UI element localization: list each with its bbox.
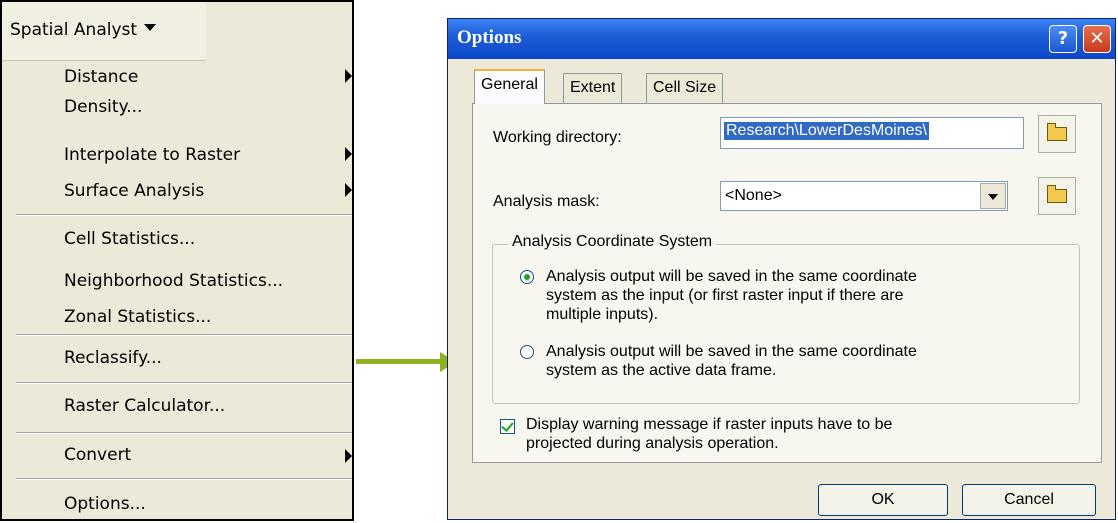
menu-title-text: Spatial Analyst [10, 20, 138, 40]
submenu-arrow-icon [345, 449, 352, 463]
menu-separator [16, 382, 352, 384]
menu-item-label: Neighborhood Statistics... [64, 271, 284, 291]
tab-general[interactable]: General [474, 69, 545, 104]
radio-text-line: system as the active data frame. [546, 362, 777, 379]
checkbox-text-line: projected during analysis operation. [526, 435, 779, 452]
dialog-title: Options [457, 27, 522, 48]
menu-title: Spatial Analyst [10, 20, 137, 40]
spatial-analyst-toolbar-button[interactable]: Spatial Analyst [2, 2, 206, 61]
coordinate-system-group-label: Analysis Coordinate System [508, 233, 717, 251]
menu-item-label: Cell Statistics... [64, 229, 196, 249]
radio-text-line: Analysis output will be saved in the sam… [546, 343, 917, 360]
menu-item-surface-analysis[interactable]: Surface Analysis [2, 174, 352, 206]
close-button[interactable]: ✕ [1083, 25, 1111, 53]
menu-item-zonal-statistics[interactable]: Zonal Statistics... [2, 300, 352, 334]
menu-item-density[interactable]: Density... [2, 94, 352, 126]
menu-item-label: Options... [64, 494, 146, 514]
display-warning-label: Display warning message if raster inputs… [526, 415, 892, 453]
working-directory-label: Working directory: [493, 129, 622, 146]
dropdown-arrow-icon [144, 24, 156, 31]
menu-item-distance[interactable]: Distance [2, 60, 352, 92]
submenu-arrow-icon [345, 147, 352, 161]
open-folder-icon [1047, 185, 1067, 203]
chevron-down-icon[interactable] [980, 183, 1006, 209]
radio-text-line: multiple inputs). [546, 306, 659, 323]
browse-working-directory-button[interactable] [1038, 115, 1076, 153]
radio-active-data-frame-label: Analysis output will be saved in the sam… [546, 342, 917, 380]
radio-same-as-input[interactable] [520, 270, 534, 284]
menu-item-reclassify[interactable]: Reclassify... [2, 340, 352, 378]
dialog-titlebar[interactable]: Options ? ✕ [448, 19, 1115, 59]
submenu-arrow-icon [345, 69, 352, 83]
display-warning-checkbox[interactable] [500, 419, 515, 434]
menu-item-label: Density... [64, 97, 143, 117]
menu-item-label: Convert [64, 445, 132, 465]
radio-text-line: Analysis output will be saved in the sam… [546, 268, 917, 285]
menu-item-neighborhood-statistics[interactable]: Neighborhood Statistics... [2, 264, 352, 298]
cancel-button[interactable]: Cancel [962, 484, 1096, 516]
ok-button[interactable]: OK [818, 484, 948, 516]
spatial-analyst-menu: Spatial Analyst Distance Density... Inte… [0, 0, 354, 521]
menu-items: Distance Density... Interpolate to Raste… [2, 60, 352, 519]
close-icon: ✕ [1089, 28, 1105, 49]
radio-text-line: system as the input (or first raster inp… [546, 287, 904, 304]
working-directory-input[interactable]: Research\LowerDesMoines\ [720, 117, 1024, 149]
analysis-mask-value: <None> [725, 187, 782, 204]
menu-item-label: Surface Analysis [64, 181, 205, 201]
analysis-mask-label: Analysis mask: [493, 193, 600, 210]
menu-separator [16, 334, 352, 336]
tab-extent[interactable]: Extent [563, 73, 623, 103]
menu-item-raster-calculator[interactable]: Raster Calculator... [2, 386, 352, 426]
menu-item-label: Raster Calculator... [64, 396, 226, 416]
menu-item-interpolate-to-raster[interactable]: Interpolate to Raster [2, 138, 352, 170]
help-button[interactable]: ? [1049, 25, 1077, 53]
menu-separator [16, 432, 352, 434]
menu-item-convert[interactable]: Convert [2, 436, 352, 476]
menu-item-cell-statistics[interactable]: Cell Statistics... [2, 222, 352, 256]
menu-separator [16, 478, 352, 480]
analysis-mask-select[interactable]: <None> [720, 181, 1008, 211]
menu-item-options[interactable]: Options... [2, 482, 352, 522]
menu-separator [16, 214, 352, 216]
checkbox-text-line: Display warning message if raster inputs… [526, 416, 893, 433]
tab-cell-size[interactable]: Cell Size [646, 73, 724, 103]
radio-active-data-frame[interactable] [520, 345, 534, 359]
radio-same-as-input-label: Analysis output will be saved in the sam… [546, 267, 917, 324]
options-dialog: Options ? ✕ General Extent Cell Size Wor… [447, 18, 1116, 520]
menu-item-label: Reclassify... [64, 348, 162, 368]
help-icon: ? [1057, 28, 1069, 49]
menu-item-label: Interpolate to Raster [64, 145, 241, 165]
submenu-arrow-icon [345, 183, 352, 197]
menu-item-label: Zonal Statistics... [64, 307, 212, 327]
browse-analysis-mask-button[interactable] [1038, 177, 1076, 215]
connector-arrow-line [356, 359, 440, 364]
menu-item-label: Distance [64, 67, 139, 87]
open-folder-icon [1047, 123, 1067, 141]
working-directory-value: Research\LowerDesMoines\ [724, 122, 929, 140]
